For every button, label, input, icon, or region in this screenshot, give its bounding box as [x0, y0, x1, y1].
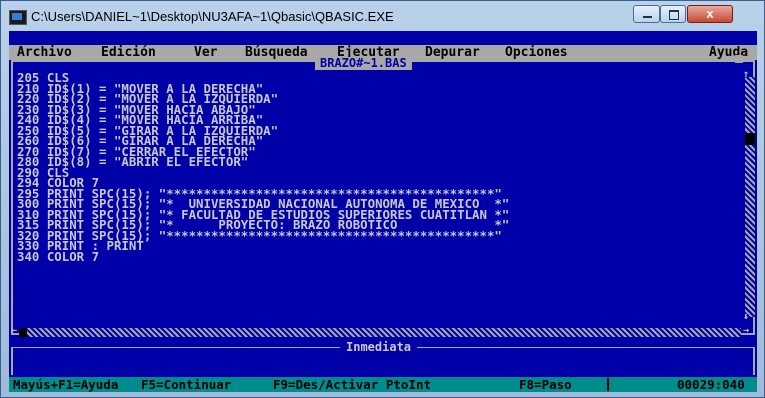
- immediate-border-right: [753, 347, 755, 375]
- immediate-title: Inmediata: [340, 340, 418, 354]
- menu-depurar[interactable]: Depurar: [425, 45, 480, 60]
- console-area: Archivo Edición Ver Búsqueda Ejecutar De…: [9, 31, 757, 392]
- code-line[interactable]: 340 COLOR 7: [17, 250, 509, 263]
- menu-ver[interactable]: Ver: [194, 45, 217, 60]
- qbasic-window: C:\Users\DANIEL~1\Desktop\NU3AFA~1\Qbasi…: [0, 0, 765, 398]
- horizontal-scrollbar[interactable]: [19, 328, 741, 337]
- minimize-button[interactable]: [633, 5, 660, 23]
- scroll-left-arrow-icon[interactable]: ←: [11, 325, 17, 336]
- horizontal-scroll-thumb[interactable]: [19, 328, 27, 337]
- code-editor[interactable]: 205 CLS 210 ID$(1) = "MOVER A LA DERECHA"…: [17, 72, 509, 263]
- status-hint-breakpoint: F9=Des/Activar PtoInt: [273, 377, 432, 392]
- vertical-scrollbar[interactable]: [745, 77, 755, 317]
- menu-edicion[interactable]: Edición: [101, 45, 156, 60]
- status-hint-continue: F5=Continuar: [141, 377, 232, 392]
- close-button[interactable]: x: [687, 5, 733, 23]
- title-bar[interactable]: C:\Users\DANIEL~1\Desktop\NU3AFA~1\Qbasi…: [1, 1, 764, 31]
- status-separator: [607, 378, 609, 391]
- status-bar: Mayús+F1=Ayuda F5=Continuar F9=Des/Activ…: [9, 377, 757, 392]
- immediate-border-left: [11, 347, 13, 375]
- console-app-icon: [9, 10, 27, 25]
- scroll-down-arrow-icon[interactable]: ↓: [743, 311, 749, 322]
- maximize-button[interactable]: [660, 5, 686, 23]
- code-line[interactable]: 280 ID$(8) = "ABRIR EL EFECTOR": [17, 156, 509, 168]
- window-title: C:\Users\DANIEL~1\Desktop\NU3AFA~1\Qbasi…: [31, 9, 394, 24]
- maximize-editor-icon[interactable]: [735, 55, 743, 63]
- menu-opciones[interactable]: Opciones: [505, 45, 568, 60]
- file-title: BRAZO#~1.BAS: [315, 57, 412, 70]
- close-icon: x: [706, 6, 714, 21]
- menu-busqueda[interactable]: Búsqueda: [245, 45, 308, 60]
- cursor-position: 00029:040: [677, 377, 745, 392]
- scroll-right-arrow-icon[interactable]: →: [743, 325, 749, 336]
- status-hint-step: F8=Paso: [519, 377, 572, 392]
- status-hint-help: Mayús+F1=Ayuda: [13, 377, 119, 392]
- menu-archivo[interactable]: Archivo: [17, 45, 72, 60]
- vertical-scroll-thumb[interactable]: [745, 133, 755, 145]
